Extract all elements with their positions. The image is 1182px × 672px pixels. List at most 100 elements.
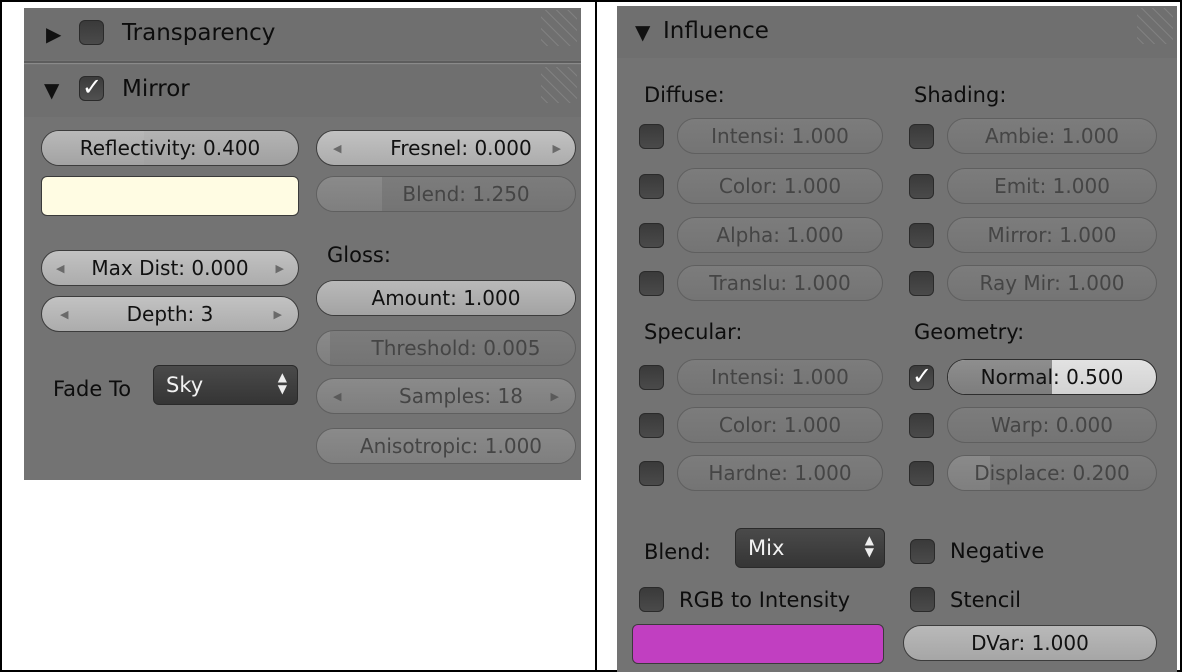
diffuse-intensity-slider[interactable]: Intensi: 1.000 xyxy=(677,118,883,154)
influence-header[interactable]: ▼ Influence xyxy=(617,6,1177,58)
shading-ray-mirror-checkbox[interactable] xyxy=(909,271,934,296)
shading-mirror-label: Mirror: 1.000 xyxy=(987,223,1117,247)
influence-color-swatch[interactable] xyxy=(632,624,884,664)
gloss-anisotropic-slider[interactable]: Anisotropic: 1.000 xyxy=(316,428,576,464)
diffuse-alpha-checkbox[interactable] xyxy=(639,223,664,248)
shading-ambient-checkbox[interactable] xyxy=(909,124,934,149)
negative-label: Negative xyxy=(950,539,1045,563)
specular-color-checkbox[interactable] xyxy=(639,413,664,438)
blend-mode-value: Mix xyxy=(748,536,785,560)
gloss-samples-field[interactable]: ◀ Samples: 18 ▶ xyxy=(316,378,576,414)
increment-arrow-icon[interactable]: ▶ xyxy=(553,131,561,165)
negative-checkbox[interactable] xyxy=(910,539,935,564)
reflectivity-slider[interactable]: Reflectivity: 0.400 xyxy=(41,130,299,166)
gloss-amount-label: Amount: 1.000 xyxy=(371,286,521,310)
gloss-amount-slider[interactable]: Amount: 1.000 xyxy=(316,280,576,316)
specular-label: Specular: xyxy=(644,320,743,344)
increment-arrow-icon[interactable]: ▶ xyxy=(551,379,559,413)
diffuse-color-checkbox[interactable] xyxy=(639,174,664,199)
influence-panel: ▼ Influence Diffuse: Shading: Intensi: 1… xyxy=(617,6,1177,672)
shading-ambient-label: Ambie: 1.000 xyxy=(984,124,1120,148)
depth-label: Depth: 3 xyxy=(126,302,214,326)
decrement-arrow-icon[interactable]: ◀ xyxy=(333,131,341,165)
reflectivity-label: Reflectivity: 0.400 xyxy=(79,136,261,160)
transparency-checkbox[interactable] xyxy=(79,20,104,45)
gloss-label: Gloss: xyxy=(327,243,391,267)
fade-to-label: Fade To xyxy=(53,377,132,401)
blend-mode-dropdown[interactable]: Mix ▲ ▼ xyxy=(735,528,885,568)
collapse-triangle-icon[interactable]: ▼ xyxy=(44,80,59,100)
gloss-threshold-slider[interactable]: Threshold: 0.005 xyxy=(316,330,576,366)
specular-hardness-checkbox[interactable] xyxy=(639,461,664,486)
blend-slider[interactable]: Blend: 1.250 xyxy=(316,176,576,212)
specular-color-slider[interactable]: Color: 1.000 xyxy=(677,407,883,443)
increment-arrow-icon[interactable]: ▶ xyxy=(276,251,284,285)
drag-grip-icon[interactable] xyxy=(541,10,577,46)
gloss-threshold-label: Threshold: 0.005 xyxy=(371,336,541,360)
expand-triangle-icon[interactable]: ▶ xyxy=(46,24,61,44)
shading-ray-mirror-label: Ray Mir: 1.000 xyxy=(979,271,1125,295)
blend-label: Blend: 1.250 xyxy=(402,182,530,206)
up-down-arrows-icon: ▲ ▼ xyxy=(864,533,874,559)
dvar-label: DVar: 1.000 xyxy=(971,631,1089,655)
shading-emit-checkbox[interactable] xyxy=(909,174,934,199)
geometry-displace-slider[interactable]: Displace: 0.200 xyxy=(947,455,1157,491)
decrement-arrow-icon[interactable]: ◀ xyxy=(333,379,341,413)
drag-grip-icon[interactable] xyxy=(1137,8,1173,44)
depth-field[interactable]: ◀ Depth: 3 ▶ xyxy=(41,296,299,332)
stencil-label: Stencil xyxy=(950,588,1022,612)
rgb-to-intensity-label: RGB to Intensity xyxy=(679,588,851,612)
shading-ray-mirror-slider[interactable]: Ray Mir: 1.000 xyxy=(947,265,1157,301)
geometry-normal-checkbox[interactable] xyxy=(909,362,934,390)
geometry-warp-label: Warp: 0.000 xyxy=(990,413,1114,437)
diffuse-intensity-label: Intensi: 1.000 xyxy=(711,124,849,148)
diffuse-intensity-checkbox[interactable] xyxy=(639,124,664,149)
max-dist-field[interactable]: ◀ Max Dist: 0.000 ▶ xyxy=(41,250,299,286)
diffuse-color-slider[interactable]: Color: 1.000 xyxy=(677,168,883,204)
mirror-title: Mirror xyxy=(122,76,190,102)
specular-intensity-slider[interactable]: Intensi: 1.000 xyxy=(677,359,883,395)
gloss-anisotropic-label: Anisotropic: 1.000 xyxy=(359,434,543,458)
geometry-displace-checkbox[interactable] xyxy=(909,461,934,486)
transparency-title: Transparency xyxy=(122,20,276,46)
mirror-color-swatch[interactable] xyxy=(41,176,299,216)
drag-grip-icon[interactable] xyxy=(541,67,577,103)
geometry-normal-slider[interactable]: Normal: 0.500 xyxy=(947,359,1157,395)
diffuse-color-label: Color: 1.000 xyxy=(718,174,842,198)
geometry-label: Geometry: xyxy=(914,320,1025,344)
specular-hardness-label: Hardne: 1.000 xyxy=(708,461,852,485)
specular-hardness-slider[interactable]: Hardne: 1.000 xyxy=(677,455,883,491)
specular-intensity-checkbox[interactable] xyxy=(639,365,664,390)
fade-to-value: Sky xyxy=(166,373,204,397)
fresnel-field[interactable]: ◀ Fresnel: 0.000 ▶ xyxy=(316,130,576,166)
diffuse-alpha-label: Alpha: 1.000 xyxy=(716,223,844,247)
max-dist-label: Max Dist: 0.000 xyxy=(91,256,249,280)
blend-mode-label: Blend: xyxy=(644,540,711,564)
diffuse-translucency-checkbox[interactable] xyxy=(639,271,664,296)
geometry-warp-slider[interactable]: Warp: 0.000 xyxy=(947,407,1157,443)
fade-to-dropdown[interactable]: Sky ▲ ▼ xyxy=(153,365,298,405)
increment-arrow-icon[interactable]: ▶ xyxy=(274,297,282,331)
shading-emit-slider[interactable]: Emit: 1.000 xyxy=(947,168,1157,204)
transparency-header[interactable]: ▶ Transparency xyxy=(24,8,581,60)
influence-title: Influence xyxy=(663,18,769,44)
collapse-triangle-icon[interactable]: ▼ xyxy=(635,22,650,42)
mirror-header[interactable]: ▼ Mirror xyxy=(24,65,581,117)
stencil-checkbox[interactable] xyxy=(910,587,935,612)
gloss-samples-label: Samples: 18 xyxy=(399,384,523,408)
rgb-to-intensity-checkbox[interactable] xyxy=(639,587,664,612)
diffuse-alpha-slider[interactable]: Alpha: 1.000 xyxy=(677,217,883,253)
mirror-checkbox[interactable] xyxy=(79,73,104,101)
diffuse-label: Diffuse: xyxy=(644,83,725,107)
shading-mirror-checkbox[interactable] xyxy=(909,223,934,248)
material-panel-left: ▶ Transparency ▼ Mirror Reflectivity: 0.… xyxy=(24,8,581,480)
geometry-warp-checkbox[interactable] xyxy=(909,413,934,438)
shading-ambient-slider[interactable]: Ambie: 1.000 xyxy=(947,118,1157,154)
divider xyxy=(24,61,581,64)
shading-label: Shading: xyxy=(914,83,1007,107)
shading-mirror-slider[interactable]: Mirror: 1.000 xyxy=(947,217,1157,253)
dvar-slider[interactable]: DVar: 1.000 xyxy=(903,625,1157,661)
up-down-arrows-icon: ▲ ▼ xyxy=(277,370,287,396)
shading-emit-label: Emit: 1.000 xyxy=(994,174,1110,198)
diffuse-translucency-slider[interactable]: Translu: 1.000 xyxy=(677,265,883,301)
